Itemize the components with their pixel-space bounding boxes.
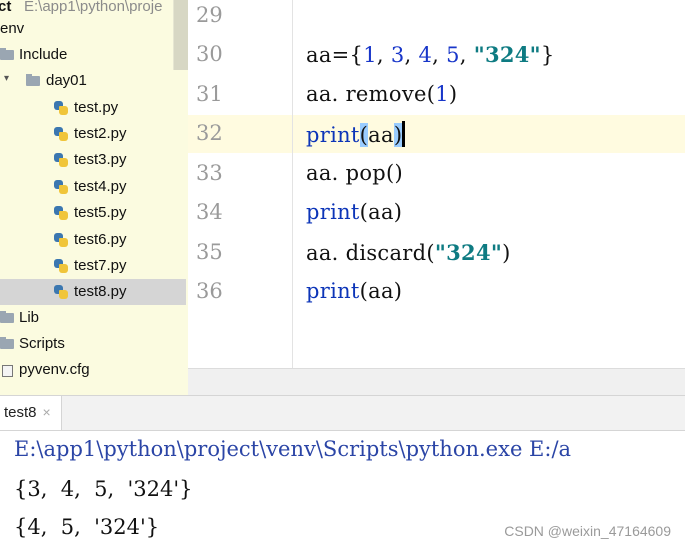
python-file-icon bbox=[53, 179, 69, 195]
console-output-line: {3, 4, 5, '324'} bbox=[14, 477, 193, 501]
tree-file-test3[interactable]: test3.py bbox=[0, 147, 188, 173]
config-file-icon bbox=[2, 365, 13, 377]
tree-file-label: test7.py bbox=[74, 257, 127, 274]
tree-scrollbar[interactable] bbox=[173, 0, 188, 70]
line-number-gutter[interactable]: 29 30 31 32 33 34 35 36 bbox=[188, 0, 293, 368]
line-number: 34 bbox=[196, 200, 223, 224]
project-root-path: E:\app1\python\proje bbox=[24, 0, 163, 15]
line-number: 33 bbox=[196, 161, 223, 185]
tree-file-label: test8.py bbox=[74, 283, 127, 300]
tree-item-pyvenv-cfg[interactable]: pyvenv.cfg bbox=[0, 357, 188, 383]
python-file-icon bbox=[53, 152, 69, 168]
tree-file-test7[interactable]: test7.py bbox=[0, 253, 188, 279]
tree-item-scripts[interactable]: Scripts bbox=[0, 331, 188, 357]
tree-file-label: test5.py bbox=[74, 204, 127, 221]
tree-item-label: pyvenv.cfg bbox=[19, 361, 90, 378]
tree-item-day01[interactable]: ▾ day01 bbox=[0, 68, 188, 94]
editor-breadcrumb-strip bbox=[188, 368, 685, 395]
run-tab-test8[interactable]: test8 × bbox=[0, 396, 62, 430]
tree-file-test6[interactable]: test6.py bbox=[0, 227, 188, 253]
code-line-34: print(aa) bbox=[306, 200, 403, 224]
code-line-32: print(aa) bbox=[306, 121, 406, 147]
line-number: 29 bbox=[196, 3, 223, 27]
tree-file-label: test3.py bbox=[74, 151, 127, 168]
tree-root-glyph: ct bbox=[0, 0, 12, 15]
code-line-35: aa. discard("324") bbox=[306, 240, 511, 265]
tree-item-lib[interactable]: Lib bbox=[0, 305, 188, 331]
close-icon[interactable]: × bbox=[43, 404, 51, 420]
watermark: CSDN @weixin_47164609 bbox=[504, 523, 671, 539]
tree-item-label: env bbox=[0, 20, 25, 37]
tree-item-label: Scripts bbox=[19, 335, 65, 352]
line-number: 32 bbox=[196, 121, 223, 145]
python-file-icon bbox=[53, 284, 69, 300]
line-number: 31 bbox=[196, 82, 223, 106]
tree-item-label: Lib bbox=[19, 309, 40, 326]
text-caret bbox=[402, 121, 406, 147]
console-output-line: {4, 5, '324'} bbox=[14, 515, 160, 539]
python-file-icon bbox=[53, 100, 69, 116]
run-console[interactable]: E:\app1\python\project\venv\Scripts\pyth… bbox=[0, 431, 685, 547]
chevron-down-icon[interactable]: ▾ bbox=[4, 73, 9, 84]
line-number: 30 bbox=[196, 42, 223, 66]
tree-file-test2[interactable]: test2.py bbox=[0, 121, 188, 147]
folder-icon bbox=[26, 74, 40, 86]
folder-icon bbox=[0, 48, 14, 60]
tree-item-label: day01 bbox=[46, 72, 87, 89]
tree-item-include[interactable]: Include bbox=[0, 42, 188, 68]
tree-file-label: test6.py bbox=[74, 231, 127, 248]
code-line-33: aa. pop() bbox=[306, 161, 404, 185]
code-line-31: aa. remove(1) bbox=[306, 82, 458, 106]
folder-icon bbox=[0, 311, 14, 323]
console-command-line: E:\app1\python\project\venv\Scripts\pyth… bbox=[14, 437, 572, 461]
tree-file-label: test4.py bbox=[74, 178, 127, 195]
code-editor[interactable]: aa={1, 3, 4, 5, "324"} aa. remove(1) pri… bbox=[294, 0, 685, 368]
line-number: 35 bbox=[196, 240, 223, 264]
code-line-30: aa={1, 3, 4, 5, "324"} bbox=[306, 42, 555, 67]
tree-file-test4[interactable]: test4.py bbox=[0, 174, 188, 200]
tree-item-label: Include bbox=[19, 46, 68, 63]
code-line-36: print(aa) bbox=[306, 279, 403, 303]
project-tree: ct E:\app1\python\proje env Include ▾ da… bbox=[0, 0, 188, 395]
line-number: 36 bbox=[196, 279, 223, 303]
tree-item-venv[interactable]: env bbox=[0, 16, 188, 42]
tree-file-test5[interactable]: test5.py bbox=[0, 200, 188, 226]
python-file-icon bbox=[53, 126, 69, 142]
tree-file-test[interactable]: test.py bbox=[0, 95, 188, 121]
python-file-icon bbox=[53, 232, 69, 248]
run-tool-window-header: test8 × bbox=[0, 395, 685, 431]
tree-file-label: test.py bbox=[74, 99, 119, 116]
run-tab-label: test8 bbox=[4, 404, 37, 421]
tree-file-label: test2.py bbox=[74, 125, 127, 142]
folder-icon bbox=[0, 337, 14, 349]
tree-file-test8[interactable]: test8.py bbox=[0, 279, 186, 305]
python-file-icon bbox=[53, 258, 69, 274]
python-file-icon bbox=[53, 205, 69, 221]
